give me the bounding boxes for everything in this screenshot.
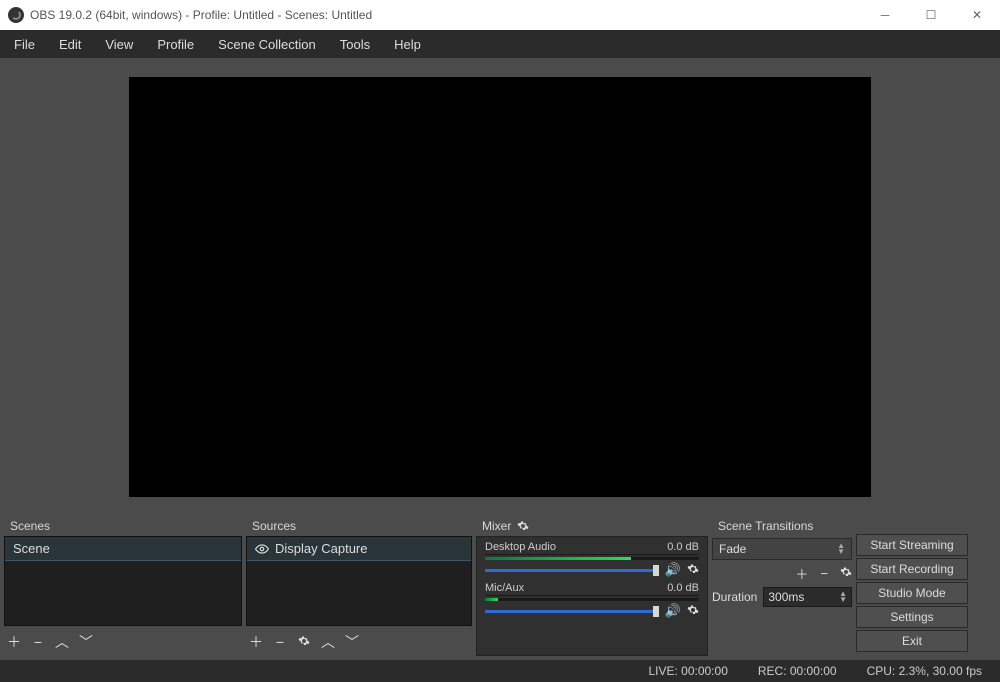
menu-scene-collection[interactable]: Scene Collection [208,33,326,56]
main-area: Scenes Scene ＋ − ︿ ﹀ Sources [0,58,1000,660]
scenes-list[interactable]: Scene [4,536,242,626]
source-item-label: Display Capture [275,541,368,556]
channel-name: Mic/Aux [485,582,524,594]
sources-list[interactable]: Display Capture [246,536,472,626]
preview-area [4,62,996,512]
start-streaming-button[interactable]: Start Streaming [856,534,968,556]
duration-input[interactable]: 300ms ▲▼ [763,587,852,607]
titlebar[interactable]: OBS 19.0.2 (64bit, windows) - Profile: U… [0,0,1000,30]
scenes-toolbar: ＋ − ︿ ﹀ [4,628,242,656]
status-cpu: CPU: 2.3%, 30.00 fps [867,664,982,678]
mute-button[interactable]: 🔊 [665,603,681,619]
remove-transition-button[interactable]: − [820,566,828,581]
channel-settings-button[interactable] [687,604,699,619]
minimize-button[interactable]: ─ [862,0,908,30]
spinner-arrows-icon[interactable]: ▲▼ [839,591,847,603]
studio-mode-button[interactable]: Studio Mode [856,582,968,604]
mixer-body: Desktop Audio 0.0 dB 🔊 [476,536,708,656]
channel-db: 0.0 dB [667,582,699,594]
remove-source-button[interactable]: − [272,634,288,650]
scenes-title: Scenes [4,516,242,536]
gear-icon [840,566,852,578]
gear-icon [687,604,699,616]
volume-slider[interactable] [485,569,659,572]
menubar: File Edit View Profile Scene Collection … [0,30,1000,58]
status-rec: REC: 00:00:00 [758,664,837,678]
mixer-channel-mic: Mic/Aux 0.0 dB 🔊 [485,582,699,619]
duration-value: 300ms [768,590,804,604]
close-button[interactable]: ✕ [954,0,1000,30]
duration-label: Duration [712,590,757,604]
mixer-channel-desktop: Desktop Audio 0.0 dB 🔊 [485,541,699,578]
channel-settings-button[interactable] [687,563,699,578]
audio-meter [485,598,699,601]
status-live: LIVE: 00:00:00 [648,664,727,678]
app-window: OBS 19.0.2 (64bit, windows) - Profile: U… [0,0,1000,682]
transition-select[interactable]: Fade ▲▼ [712,538,852,560]
window-controls: ─ ☐ ✕ [862,0,1000,30]
mixer-dock: Mixer Desktop Audio 0.0 dB 🔊 [476,516,708,656]
chevron-updown-icon: ▲▼ [837,543,845,555]
add-source-button[interactable]: ＋ [248,632,264,652]
sources-title: Sources [246,516,472,536]
mute-button[interactable]: 🔊 [665,562,681,578]
preview-canvas[interactable] [129,77,871,497]
transition-selected: Fade [719,542,746,556]
exit-button[interactable]: Exit [856,630,968,652]
source-down-button[interactable]: ﹀ [344,632,360,652]
app-icon [8,7,24,23]
menu-profile[interactable]: Profile [147,33,204,56]
source-up-button[interactable]: ︿ [320,632,336,652]
source-item[interactable]: Display Capture [247,537,471,560]
mixer-title-label: Mixer [482,519,511,533]
menu-tools[interactable]: Tools [330,33,380,56]
maximize-button[interactable]: ☐ [908,0,954,30]
start-recording-button[interactable]: Start Recording [856,558,968,580]
menu-edit[interactable]: Edit [49,33,91,56]
mixer-settings-icon[interactable] [517,520,529,532]
settings-button[interactable]: Settings [856,606,968,628]
controls-dock: Start Streaming Start Recording Studio M… [856,516,968,656]
menu-view[interactable]: View [95,33,143,56]
scene-item[interactable]: Scene [5,537,241,560]
docks: Scenes Scene ＋ − ︿ ﹀ Sources [4,516,996,656]
transition-settings-button[interactable] [840,566,852,581]
window-title: OBS 19.0.2 (64bit, windows) - Profile: U… [30,8,862,22]
audio-meter [485,557,699,560]
scene-down-button[interactable]: ﹀ [78,632,94,652]
source-properties-button[interactable] [296,634,312,650]
channel-db: 0.0 dB [667,541,699,553]
statusbar: LIVE: 00:00:00 REC: 00:00:00 CPU: 2.3%, … [0,660,1000,682]
gear-icon [687,563,699,575]
scenes-dock: Scenes Scene ＋ − ︿ ﹀ [4,516,242,656]
channel-name: Desktop Audio [485,541,556,553]
remove-scene-button[interactable]: − [30,634,46,650]
gear-icon [298,635,310,647]
visibility-icon[interactable] [255,542,269,556]
add-transition-button[interactable]: ＋ [795,564,808,583]
mixer-title: Mixer [476,516,708,536]
sources-toolbar: ＋ − ︿ ﹀ [246,628,472,656]
transitions-title: Scene Transitions [712,516,852,536]
sources-dock: Sources Display Capture ＋ − ︿ ﹀ [246,516,472,656]
scene-item-label: Scene [13,541,50,556]
add-scene-button[interactable]: ＋ [6,632,22,652]
volume-slider[interactable] [485,610,659,613]
scene-up-button[interactable]: ︿ [54,632,70,652]
menu-file[interactable]: File [4,33,45,56]
transitions-dock: Scene Transitions Fade ▲▼ ＋ − Durat [712,516,852,656]
menu-help[interactable]: Help [384,33,431,56]
